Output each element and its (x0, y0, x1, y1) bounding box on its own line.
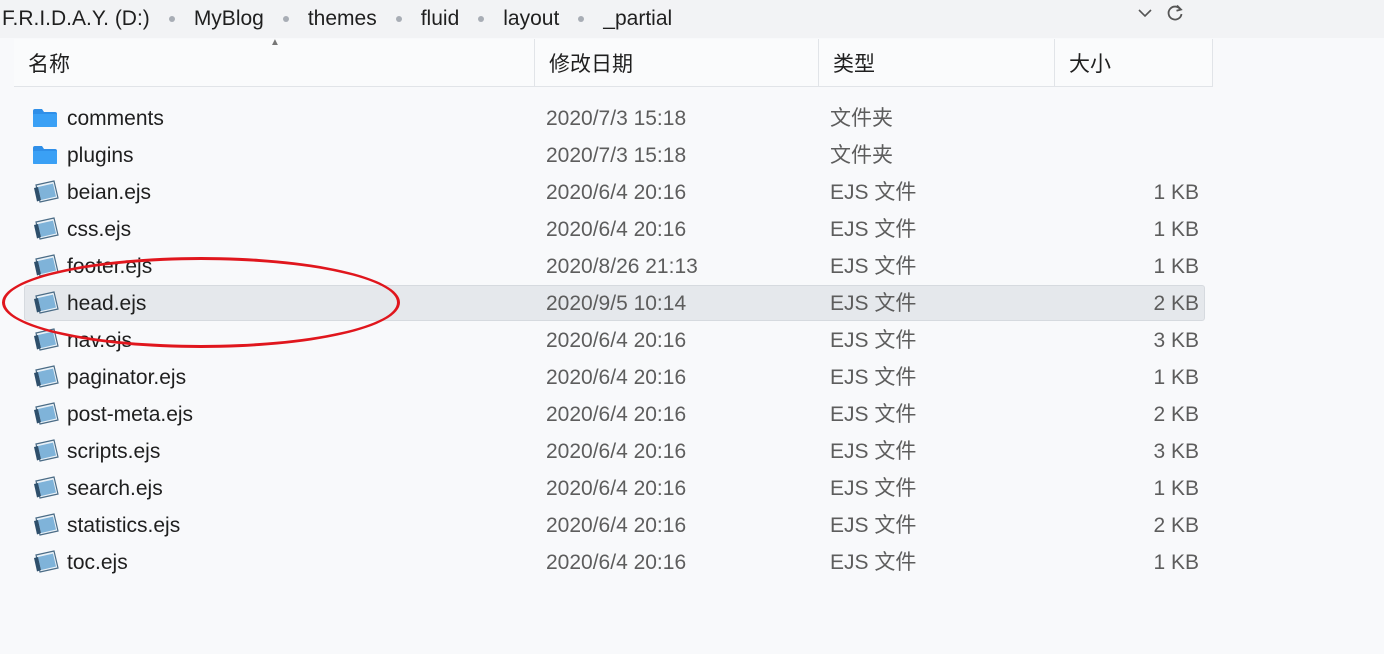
file-size: 3 KB (1153, 440, 1199, 463)
file-date: 2020/7/3 15:18 (546, 107, 687, 130)
file-row[interactable]: scripts.ejs 2020/6/4 20:16 EJS 文件 3 KB (24, 433, 1205, 469)
file-size: 1 KB (1153, 218, 1199, 241)
column-header-type[interactable]: 类型 (819, 39, 1055, 86)
file-row[interactable]: post-meta.ejs 2020/6/4 20:16 EJS 文件 2 KB (24, 396, 1205, 432)
file-date: 2020/6/4 20:16 (546, 366, 687, 389)
column-header-size[interactable]: 大小 (1055, 39, 1213, 86)
folder-icon (32, 138, 60, 174)
file-type: EJS 文件 (830, 403, 917, 426)
file-type: EJS 文件 (830, 551, 917, 574)
file-date: 2020/6/4 20:16 (546, 329, 687, 352)
file-name: statistics.ejs (67, 514, 181, 537)
ejs-file-icon (32, 286, 60, 322)
file-name: head.ejs (67, 292, 147, 315)
file-type: EJS 文件 (830, 292, 917, 315)
address-tools (1138, 0, 1184, 26)
file-row[interactable]: toc.ejs 2020/6/4 20:16 EJS 文件 1 KB (24, 544, 1205, 580)
file-date: 2020/8/26 21:13 (546, 255, 698, 278)
file-row[interactable]: plugins 2020/7/3 15:18 文件夹 (24, 137, 1205, 173)
file-date: 2020/6/4 20:16 (546, 403, 687, 426)
file-type: EJS 文件 (830, 366, 917, 389)
file-date: 2020/6/4 20:16 (546, 477, 687, 500)
file-date: 2020/6/4 20:16 (546, 514, 687, 537)
file-size (1085, 138, 1199, 174)
file-row[interactable]: paginator.ejs 2020/6/4 20:16 EJS 文件 1 KB (24, 359, 1205, 395)
file-type: EJS 文件 (830, 440, 917, 463)
breadcrumb-separator (478, 16, 485, 22)
breadcrumb-separator (168, 16, 175, 22)
file-name: nav.ejs (67, 329, 132, 352)
file-row[interactable]: footer.ejs 2020/8/26 21:13 EJS 文件 1 KB (24, 248, 1205, 284)
file-row[interactable]: beian.ejs 2020/6/4 20:16 EJS 文件 1 KB (24, 174, 1205, 210)
file-size: 1 KB (1153, 477, 1199, 500)
breadcrumb-item[interactable]: fluid (421, 6, 460, 32)
file-date: 2020/6/4 20:16 (546, 218, 687, 241)
file-size: 2 KB (1153, 403, 1199, 426)
file-row[interactable]: head.ejs 2020/9/5 10:14 EJS 文件 2 KB (24, 285, 1205, 321)
chevron-down-icon[interactable] (1138, 8, 1152, 18)
file-type: EJS 文件 (830, 255, 917, 278)
file-name: css.ejs (67, 218, 132, 241)
ejs-file-icon (32, 175, 60, 211)
file-size: 2 KB (1153, 514, 1199, 537)
ejs-file-icon (32, 545, 60, 581)
file-row[interactable]: search.ejs 2020/6/4 20:16 EJS 文件 1 KB (24, 470, 1205, 506)
breadcrumb[interactable]: F.R.I.D.A.Y. (D:) MyBlog themes fluid la… (0, 6, 672, 32)
breadcrumb-separator (578, 16, 585, 22)
file-size (1085, 101, 1199, 137)
ejs-file-icon (32, 508, 60, 544)
breadcrumb-item[interactable]: themes (308, 6, 377, 32)
file-size: 2 KB (1153, 292, 1199, 315)
ejs-file-icon (32, 212, 60, 248)
breadcrumb-item[interactable]: layout (503, 6, 559, 32)
ejs-file-icon (32, 360, 60, 396)
file-date: 2020/6/4 20:16 (546, 181, 687, 204)
file-name: beian.ejs (67, 181, 152, 204)
file-name: paginator.ejs (67, 366, 187, 389)
column-header-row: ▲ 名称 修改日期 类型 大小 (14, 37, 1213, 87)
file-type: 文件夹 (830, 144, 893, 167)
file-row[interactable]: nav.ejs 2020/6/4 20:16 EJS 文件 3 KB (24, 322, 1205, 358)
file-size: 1 KB (1153, 255, 1199, 278)
ejs-file-icon (32, 249, 60, 285)
breadcrumb-separator (282, 16, 289, 22)
column-header-date[interactable]: 修改日期 (535, 39, 819, 86)
file-row[interactable]: comments 2020/7/3 15:18 文件夹 (24, 100, 1205, 136)
breadcrumb-item[interactable]: _partial (603, 6, 672, 32)
file-type: EJS 文件 (830, 181, 917, 204)
file-name: footer.ejs (67, 255, 153, 278)
file-date: 2020/9/5 10:14 (546, 292, 687, 315)
file-size: 1 KB (1153, 181, 1199, 204)
ejs-file-icon (32, 471, 60, 507)
ejs-file-icon (32, 434, 60, 470)
breadcrumb-separator (395, 16, 402, 22)
breadcrumb-item[interactable]: F.R.I.D.A.Y. (D:) (2, 6, 150, 32)
ejs-file-icon (32, 397, 60, 433)
file-name: comments (67, 107, 164, 130)
folder-icon (32, 101, 60, 137)
file-name: post-meta.ejs (67, 403, 194, 426)
file-date: 2020/7/3 15:18 (546, 144, 687, 167)
file-row[interactable]: css.ejs 2020/6/4 20:16 EJS 文件 1 KB (24, 211, 1205, 247)
file-size: 1 KB (1153, 366, 1199, 389)
file-type: EJS 文件 (830, 514, 917, 537)
breadcrumb-item[interactable]: MyBlog (194, 6, 264, 32)
file-size: 1 KB (1153, 551, 1199, 574)
file-type: EJS 文件 (830, 477, 917, 500)
file-size: 3 KB (1153, 329, 1199, 352)
refresh-icon[interactable] (1166, 4, 1184, 22)
file-row[interactable]: statistics.ejs 2020/6/4 20:16 EJS 文件 2 KB (24, 507, 1205, 543)
ejs-file-icon (32, 323, 60, 359)
file-date: 2020/6/4 20:16 (546, 551, 687, 574)
file-type: 文件夹 (830, 107, 893, 130)
file-name: scripts.ejs (67, 440, 161, 463)
file-name: plugins (67, 144, 134, 167)
column-header-name[interactable]: 名称 (14, 39, 535, 86)
file-type: EJS 文件 (830, 218, 917, 241)
address-bar[interactable]: F.R.I.D.A.Y. (D:) MyBlog themes fluid la… (0, 0, 1384, 38)
file-name: toc.ejs (67, 551, 128, 574)
file-type: EJS 文件 (830, 329, 917, 352)
file-date: 2020/6/4 20:16 (546, 440, 687, 463)
file-name: search.ejs (67, 477, 163, 500)
